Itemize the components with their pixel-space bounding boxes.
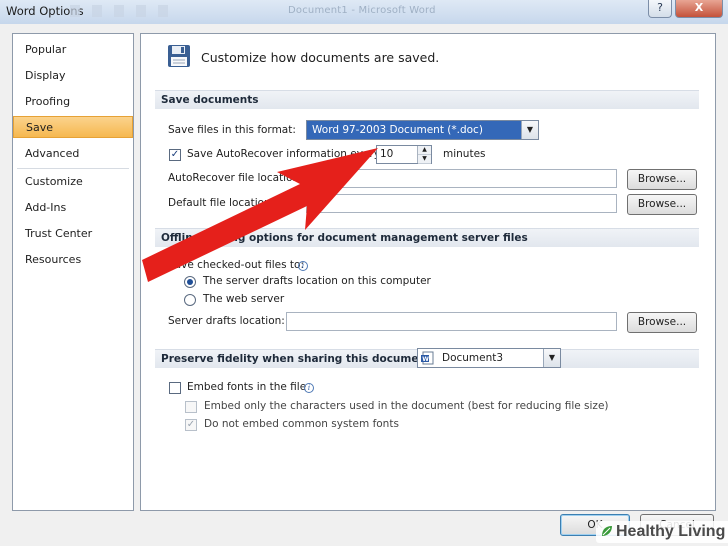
autorecover-minutes-stepper[interactable]: 10 ▲ ▼ [376,145,432,164]
chevron-down-icon[interactable]: ▼ [521,121,538,139]
radio-web-server[interactable] [184,294,196,306]
stepper-down-icon[interactable]: ▼ [418,155,431,164]
section-offline-editing: Offline editing options for document man… [155,228,699,247]
format-select-value: Word 97-2003 Document (*.doc) [312,124,483,136]
panel-header-text: Customize how documents are saved. [201,50,440,65]
save-checked-out-label: Save checked-out files to: [168,259,304,271]
document-select-value: Document3 [442,352,504,364]
format-select[interactable]: Word 97-2003 Document (*.doc) ▼ [306,120,539,140]
embed-chars-label: Embed only the characters used in the do… [204,400,609,412]
stepper-arrows[interactable]: ▲ ▼ [417,146,431,164]
no-system-fonts-checkbox[interactable]: ✓ [185,419,197,431]
svg-text:W: W [422,356,429,363]
help-button[interactable]: ? [648,0,672,18]
autorecover-minutes-value: 10 [380,148,394,160]
watermark-text: Healthy Living [616,523,726,540]
section-save-documents: Save documents [155,90,699,109]
server-drafts-browse-button[interactable]: Browse... [627,312,697,333]
word-document-icon: W [421,351,434,365]
healthy-living-watermark: Healthy Living [596,521,728,543]
default-location-browse-button[interactable]: Browse... [627,194,697,215]
background-window-title: Document1 - Microsoft Word [288,5,436,16]
nav-item-proofing[interactable]: Proofing [13,91,133,113]
server-drafts-location-label: Server drafts location: [168,315,285,327]
radio-web-server-label: The web server [203,293,285,305]
minutes-label: minutes [443,148,486,160]
nav-item-resources[interactable]: Resources [13,249,133,271]
close-button[interactable]: X [675,0,723,18]
save-options-panel: Customize how documents are saved. Save … [140,33,716,511]
background-toolbar-icons [70,5,170,17]
default-location-field[interactable] [306,194,617,213]
embed-fonts-label: Embed fonts in the file [187,381,307,393]
nav-item-save[interactable]: Save [13,116,133,138]
format-label: Save files in this format: [168,124,296,136]
autorecover-location-label: AutoRecover file location: [168,172,303,184]
chevron-down-icon[interactable]: ▼ [543,349,560,367]
nav-item-add-ins[interactable]: Add-Ins [13,197,133,219]
nav-divider [17,168,129,169]
radio-server-drafts[interactable] [184,276,196,288]
nav-item-trust-center[interactable]: Trust Center [13,223,133,245]
leaf-icon [602,526,612,536]
stepper-up-icon[interactable]: ▲ [418,146,431,155]
floppy-disk-icon [168,45,190,67]
title-bar: Word Options Document1 - Microsoft Word … [0,0,728,24]
autorecover-checkbox[interactable]: ✓ [169,149,181,161]
default-location-label: Default file location: [168,197,275,209]
server-drafts-location-field[interactable] [286,312,617,331]
nav-item-advanced[interactable]: Advanced [13,143,133,165]
autorecover-browse-button[interactable]: Browse... [627,169,697,190]
no-system-fonts-label: Do not embed common system fonts [204,418,399,430]
nav-item-display[interactable]: Display [13,65,133,87]
nav-item-customize[interactable]: Customize [13,171,133,193]
nav-item-popular[interactable]: Popular [13,39,133,61]
info-icon: i [304,383,314,393]
embed-chars-checkbox[interactable] [185,401,197,413]
autorecover-location-field[interactable] [306,169,617,188]
options-nav: Popular Display Proofing Save Advanced C… [12,33,134,511]
info-icon: i [298,261,308,271]
document-select[interactable]: W Document3 ▼ [417,348,561,368]
autorecover-label: Save AutoRecover information every [187,148,380,160]
embed-fonts-checkbox[interactable] [169,382,181,394]
radio-server-drafts-label: The server drafts location on this compu… [203,275,431,287]
